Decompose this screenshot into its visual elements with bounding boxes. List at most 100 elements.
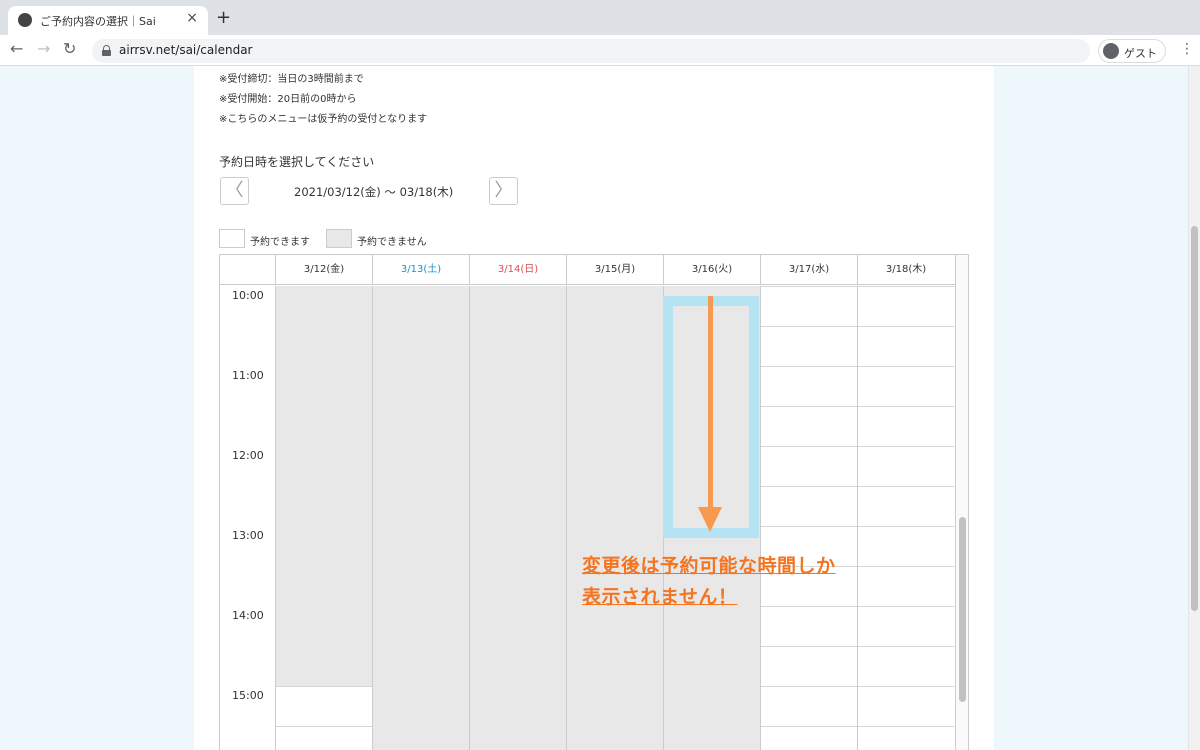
available-slot[interactable] bbox=[276, 726, 372, 750]
next-week-button[interactable]: 〉 bbox=[489, 177, 518, 205]
time-label: 11:00 bbox=[232, 369, 264, 382]
browser-tab[interactable]: ご予約内容の選択｜Sai × bbox=[8, 6, 208, 35]
available-slot[interactable] bbox=[761, 726, 857, 750]
calendar-scroll-thumb[interactable] bbox=[959, 517, 966, 702]
page-scroll-thumb[interactable] bbox=[1191, 226, 1198, 611]
unavailable-slot bbox=[373, 406, 469, 446]
available-slot[interactable] bbox=[858, 326, 954, 366]
close-icon[interactable]: × bbox=[186, 10, 198, 26]
available-slot[interactable] bbox=[761, 446, 857, 486]
available-slot[interactable] bbox=[858, 366, 954, 406]
legend-unavailable-swatch bbox=[326, 229, 352, 248]
unavailable-slot bbox=[373, 326, 469, 366]
day-column bbox=[566, 286, 663, 750]
week-range: 2021/03/12(金) 〜 03/18(木) bbox=[294, 185, 454, 199]
available-slot[interactable] bbox=[761, 686, 857, 726]
unavailable-slot bbox=[567, 406, 663, 446]
browser-toolbar: ← → ↻ airrsv.net/sai/calendar ゲスト ⋮ bbox=[0, 35, 1200, 66]
available-slot[interactable] bbox=[858, 486, 954, 526]
unavailable-slot bbox=[470, 286, 566, 326]
provisional-note: ※こちらのメニューは仮予約の受付となります bbox=[219, 114, 428, 125]
unavailable-slot bbox=[470, 326, 566, 366]
calendar-grid: 3/12(金) 3/13(土) 3/14(日) 3/15(月) 3/16(火) 3/17(… bbox=[219, 254, 969, 750]
unavailable-slot bbox=[276, 446, 372, 486]
url-text: airrsv.net/sai/calendar bbox=[119, 43, 253, 57]
available-slot[interactable] bbox=[858, 406, 954, 446]
available-slot[interactable] bbox=[858, 446, 954, 486]
back-icon[interactable]: ← bbox=[10, 41, 23, 57]
prev-week-button[interactable]: 〈 bbox=[220, 177, 249, 205]
unavailable-slot bbox=[567, 286, 663, 326]
available-slot[interactable] bbox=[858, 726, 954, 750]
address-bar[interactable]: airrsv.net/sai/calendar bbox=[92, 39, 1090, 63]
unavailable-slot bbox=[567, 486, 663, 526]
available-slot[interactable] bbox=[761, 286, 857, 326]
unavailable-slot bbox=[373, 286, 469, 326]
available-slot[interactable] bbox=[858, 606, 954, 646]
unavailable-slot bbox=[373, 566, 469, 606]
legend-unavailable-label: 予約できません bbox=[357, 237, 427, 248]
time-label: 15:00 bbox=[232, 689, 264, 702]
down-arrow-icon bbox=[698, 507, 722, 532]
available-slot[interactable] bbox=[761, 326, 857, 366]
legend-available-swatch bbox=[219, 229, 245, 248]
day-column bbox=[372, 286, 469, 750]
day-column bbox=[857, 286, 954, 750]
unavailable-slot bbox=[567, 606, 663, 646]
forward-icon[interactable]: → bbox=[37, 41, 50, 57]
time-label: 10:00 bbox=[232, 289, 264, 302]
available-slot[interactable] bbox=[858, 526, 954, 566]
unavailable-slot bbox=[470, 566, 566, 606]
day-column bbox=[275, 286, 372, 750]
page-scrollbar[interactable] bbox=[1188, 66, 1200, 750]
section-title: 予約日時を選択してください bbox=[219, 155, 375, 169]
unavailable-slot bbox=[276, 566, 372, 606]
day-column bbox=[760, 286, 857, 750]
unavailable-slot bbox=[373, 446, 469, 486]
available-slot[interactable] bbox=[858, 566, 954, 606]
new-tab-icon[interactable]: + bbox=[216, 9, 231, 27]
available-slot[interactable] bbox=[761, 646, 857, 686]
unavailable-slot bbox=[373, 726, 469, 750]
unavailable-slot bbox=[567, 646, 663, 686]
available-slot[interactable] bbox=[858, 646, 954, 686]
kebab-menu-icon[interactable]: ⋮ bbox=[1180, 41, 1194, 57]
unavailable-slot bbox=[373, 526, 469, 566]
time-label: 12:00 bbox=[232, 449, 264, 462]
available-slot[interactable] bbox=[761, 486, 857, 526]
arrow-shaft bbox=[708, 296, 713, 510]
unavailable-slot bbox=[373, 646, 469, 686]
day-column bbox=[469, 286, 566, 750]
unavailable-slot bbox=[276, 326, 372, 366]
unavailable-slot bbox=[567, 366, 663, 406]
day-header: 3/12(金) bbox=[275, 255, 372, 285]
unavailable-slot bbox=[276, 606, 372, 646]
annotation-line-1: 変更後は予約可能な時間しか bbox=[582, 555, 836, 577]
globe-icon bbox=[18, 13, 32, 27]
time-label: 14:00 bbox=[232, 609, 264, 622]
profile-button[interactable]: ゲスト bbox=[1098, 39, 1166, 63]
unavailable-slot bbox=[567, 446, 663, 486]
unavailable-slot bbox=[664, 686, 760, 726]
unavailable-slot bbox=[470, 646, 566, 686]
deadline-note: ※受付締切：当日の3時間前まで bbox=[219, 74, 364, 85]
day-header: 3/13(土) bbox=[372, 255, 469, 285]
unavailable-slot bbox=[373, 606, 469, 646]
avatar-icon bbox=[1103, 43, 1119, 59]
available-slot[interactable] bbox=[858, 686, 954, 726]
available-slot[interactable] bbox=[761, 366, 857, 406]
reload-icon[interactable]: ↻ bbox=[63, 41, 76, 57]
unavailable-slot bbox=[470, 606, 566, 646]
available-slot[interactable] bbox=[761, 606, 857, 646]
tab-title: ご予約内容の選択｜Sai bbox=[40, 15, 156, 28]
lock-icon bbox=[102, 45, 111, 56]
annotation-line-2: 表示されません！ bbox=[582, 586, 738, 608]
available-slot[interactable] bbox=[276, 686, 372, 726]
day-header: 3/17(水) bbox=[760, 255, 857, 285]
calendar-scrollbar[interactable] bbox=[955, 255, 968, 750]
unavailable-slot bbox=[373, 366, 469, 406]
unavailable-slot bbox=[373, 686, 469, 726]
available-slot[interactable] bbox=[761, 406, 857, 446]
available-slot[interactable] bbox=[858, 286, 954, 326]
unavailable-slot bbox=[276, 286, 372, 326]
